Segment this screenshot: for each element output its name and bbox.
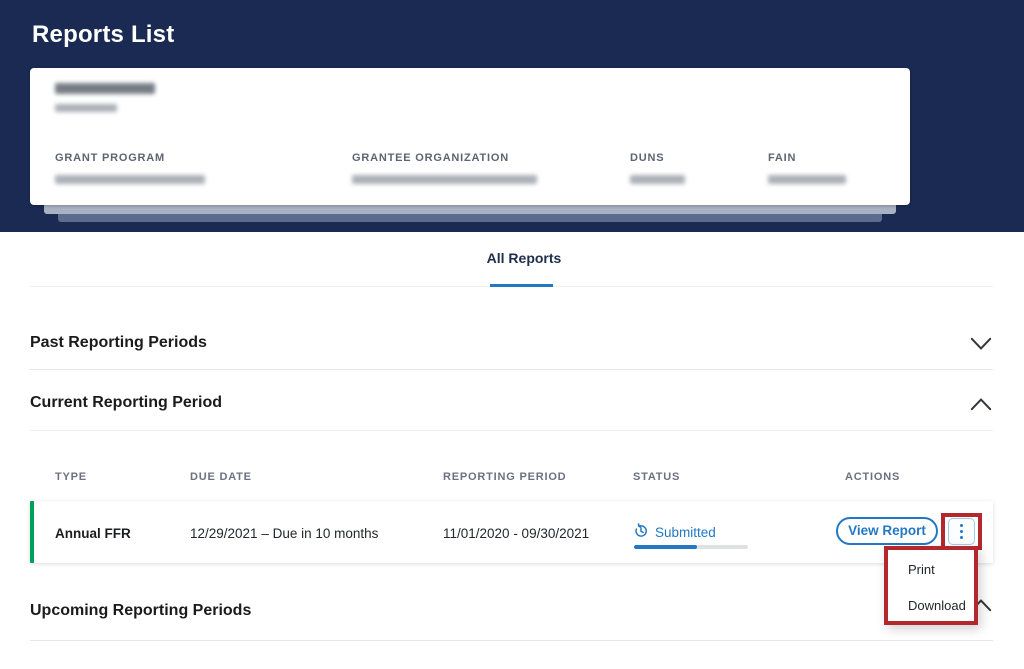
menu-item-download[interactable]: Download xyxy=(908,598,966,613)
status-progress-bar xyxy=(634,545,748,549)
section-upcoming-reporting-periods[interactable]: Upcoming Reporting Periods xyxy=(30,602,251,620)
chevron-down-icon[interactable] xyxy=(970,337,992,351)
view-report-button[interactable]: View Report xyxy=(836,517,938,545)
section-divider xyxy=(30,430,993,431)
kebab-dot xyxy=(960,536,963,539)
section-divider xyxy=(30,640,993,641)
grant-program-label: GRANT PROGRAM xyxy=(55,152,166,164)
active-tab-underline xyxy=(490,284,553,287)
redacted-grantee-organization-value xyxy=(352,175,537,184)
column-header-actions: ACTIONS xyxy=(845,471,901,483)
grant-summary-card: GRANT PROGRAM GRANTEE ORGANIZATION DUNS … xyxy=(30,68,910,205)
kebab-dot xyxy=(960,530,963,533)
hero-banner: Reports List GRANT PROGRAM GRANTEE ORGAN… xyxy=(0,0,1024,232)
grantee-organization-label: GRANTEE ORGANIZATION xyxy=(352,152,509,164)
redacted-grant-program-value xyxy=(55,175,205,184)
tab-all-reports[interactable]: All Reports xyxy=(455,250,593,266)
section-current-reporting-period[interactable]: Current Reporting Period xyxy=(30,394,222,412)
column-header-status: STATUS xyxy=(633,471,681,483)
history-icon xyxy=(633,523,649,539)
kebab-menu-button[interactable] xyxy=(948,518,975,545)
reporting-period-cell: 11/01/2020 - 09/30/2021 xyxy=(443,526,590,541)
kebab-dot xyxy=(960,524,963,527)
section-divider xyxy=(30,369,993,370)
annotation-box-action-menu: Print Download xyxy=(884,546,978,625)
redacted-grant-title xyxy=(55,83,155,94)
fain-label: FAIN xyxy=(768,152,797,164)
due-date-cell: 12/29/2021 – Due in 10 months xyxy=(190,526,379,541)
redacted-fain-value xyxy=(768,175,846,184)
section-past-reporting-periods[interactable]: Past Reporting Periods xyxy=(30,334,207,352)
page-title: Reports List xyxy=(32,21,175,48)
menu-item-print[interactable]: Print xyxy=(908,562,935,577)
chevron-up-icon[interactable] xyxy=(970,397,992,411)
column-header-type: TYPE xyxy=(55,471,87,483)
duns-label: DUNS xyxy=(630,152,665,164)
status-progress-fill xyxy=(634,545,697,549)
redacted-grant-subtitle xyxy=(55,104,117,112)
redacted-duns-value xyxy=(630,175,685,184)
column-header-due-date: DUE DATE xyxy=(190,471,252,483)
column-header-reporting-period: REPORTING PERIOD xyxy=(443,471,567,483)
report-type-cell: Annual FFR xyxy=(55,526,131,541)
annotation-box-kebab xyxy=(941,513,982,550)
status-badge: Submitted xyxy=(655,525,716,540)
reports-list-page: Reports List GRANT PROGRAM GRANTEE ORGAN… xyxy=(0,0,1024,669)
